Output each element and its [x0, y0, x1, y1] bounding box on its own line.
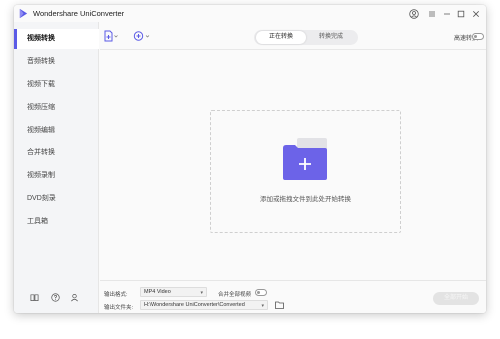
sidebar-item-dvd-burn[interactable]: DVD刻录	[14, 189, 99, 209]
merge-all-label: 合并全部视频	[218, 292, 252, 298]
sidebar-item-video-edit[interactable]: 视频编辑	[14, 121, 99, 141]
minimize-icon[interactable]	[441, 8, 452, 19]
toolbar-divider	[100, 49, 486, 50]
sidebar-item-video-download[interactable]: 视频下载	[14, 75, 99, 95]
user-icon[interactable]	[408, 8, 419, 19]
maximize-icon[interactable]	[455, 8, 466, 19]
help-icon[interactable]	[50, 292, 60, 302]
chevron-down-icon: ▾	[261, 303, 264, 309]
add-file-button[interactable]	[103, 29, 119, 43]
title-bar: Wondershare UniConverter	[14, 5, 486, 22]
add-file-icon	[104, 30, 118, 42]
output-format-value: MP4 Video	[144, 289, 171, 295]
account-icon[interactable]	[69, 292, 79, 302]
sidebar-item-audio-convert[interactable]: 音频转换	[14, 52, 99, 72]
sidebar-item-video-convert[interactable]: 视频转换	[14, 29, 99, 49]
add-folder-icon[interactable]	[281, 136, 331, 182]
app-title: Wondershare UniConverter	[33, 9, 125, 18]
sidebar-item-screen-record[interactable]: 视频录制	[14, 166, 99, 186]
output-folder-label: 输出文件夹:	[104, 305, 134, 311]
merge-all-toggle[interactable]	[255, 289, 267, 296]
sidebar: 视频转换 音频转换 视频下载 视频压缩 视频编辑 合并转换 视频录制 DVD刻录…	[14, 22, 99, 313]
output-format-select[interactable]: MP4 Video ▾	[140, 287, 207, 297]
tab-converting[interactable]: 正在转换	[256, 31, 306, 44]
menu-icon[interactable]	[426, 8, 437, 19]
sidebar-item-toolbox[interactable]: 工具箱	[14, 212, 99, 232]
app-window: Wondershare UniConverter 视频转换 音频转换 视频下载 …	[14, 5, 486, 313]
app-logo-icon	[19, 8, 28, 19]
main-panel: 正在转换 转换完成 高速转换 添加或拖拽文件到此处开始转换 输出格式: MP4 …	[100, 22, 486, 313]
drop-zone-hint: 添加或拖拽文件到此处开始转换	[260, 196, 351, 203]
drop-zone[interactable]: 添加或拖拽文件到此处开始转换	[210, 110, 401, 233]
tab-finished[interactable]: 转换完成	[306, 31, 356, 44]
output-folder-select[interactable]: H:\Wondershare UniConverter\Converted ▾	[140, 300, 268, 310]
output-folder-value: H:\Wondershare UniConverter\Converted	[144, 302, 245, 308]
conversion-tabs: 正在转换 转换完成	[254, 30, 358, 45]
book-icon[interactable]	[29, 292, 39, 302]
output-format-label: 输出格式:	[104, 292, 128, 298]
chevron-down-icon: ▾	[200, 290, 203, 296]
add-more-icon	[133, 31, 150, 41]
start-all-button[interactable]: 全部开始	[433, 292, 479, 305]
sidebar-item-merge[interactable]: 合并转换	[14, 143, 99, 163]
sidebar-item-video-compress[interactable]: 视频压缩	[14, 98, 99, 118]
open-folder-icon[interactable]	[275, 301, 284, 309]
fast-convert-toggle[interactable]	[472, 33, 484, 40]
add-more-button[interactable]	[133, 29, 151, 43]
close-icon[interactable]	[470, 8, 481, 19]
bottom-bar: 输出格式: MP4 Video ▾ 合并全部视频 输出文件夹: H:\Wonde…	[100, 280, 486, 313]
